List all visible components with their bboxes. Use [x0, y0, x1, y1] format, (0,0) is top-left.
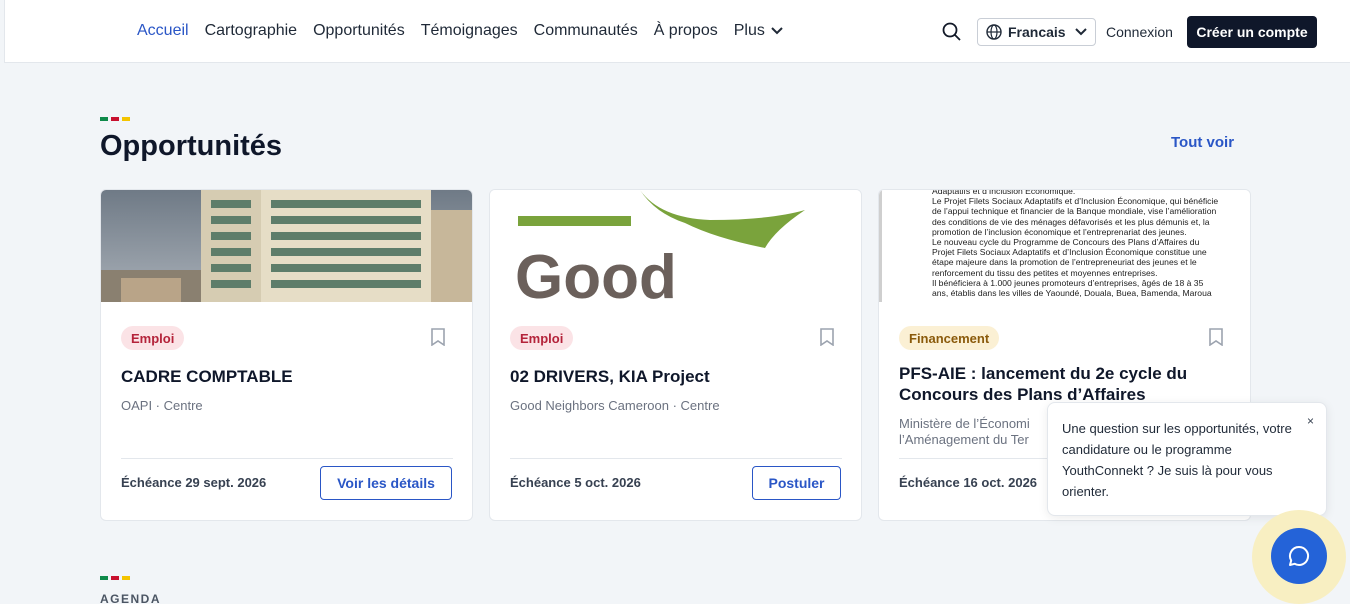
- document-text: Adaptatifs et d’Inclusion Économique. Le …: [932, 190, 1232, 298]
- nav-more-label: Plus: [733, 22, 765, 39]
- card-subtitle: OAPI · Centre: [121, 398, 203, 413]
- card-subtitle-line: Ministère de l’Économi: [899, 416, 1030, 431]
- document-line: ans, établis dans les villes de Yaoundé,…: [932, 288, 1212, 299]
- section-title: Opportunités: [100, 130, 283, 162]
- card-title[interactable]: CADRE COMPTABLE: [121, 366, 451, 387]
- nav-item-cartographie[interactable]: Cartographie: [205, 22, 298, 40]
- search-icon[interactable]: [941, 21, 963, 43]
- card-deadline: Échéance 29 sept. 2026: [121, 475, 267, 490]
- category-badge: Emploi: [121, 326, 185, 350]
- nav-item-a-propos[interactable]: À propos: [654, 22, 718, 40]
- document-line: Projet Filets Sociaux Adaptatifs et d’In…: [932, 247, 1207, 258]
- flag-accent: [100, 117, 130, 121]
- document-line: des conditions de vie des ménages défavo…: [932, 216, 1210, 227]
- chevron-down-icon: [771, 27, 783, 35]
- view-details-button[interactable]: Voir les détails: [320, 466, 452, 500]
- document-line: promotion de l’inclusion économique et l…: [932, 226, 1187, 237]
- nav-item-communautes[interactable]: Communautés: [534, 22, 638, 40]
- card-image-text: Good: [515, 243, 677, 302]
- document-line: renforcement du tissu des petites et moy…: [932, 267, 1158, 278]
- card-subtitle: Ministère de l’Économi l’Aménagement du …: [899, 416, 1030, 448]
- signup-button[interactable]: Créer un compte: [1187, 16, 1317, 48]
- card-title[interactable]: 02 DRIVERS, KIA Project: [510, 366, 840, 387]
- card-divider: [121, 458, 453, 459]
- language-label: Francais: [1008, 24, 1066, 40]
- category-badge: Emploi: [510, 326, 574, 350]
- card-title[interactable]: PFS-AIE : lancement du 2e cycle du Conco…: [899, 363, 1229, 405]
- apply-button[interactable]: Postuler: [752, 466, 841, 500]
- opportunity-card[interactable]: Emploi CADRE COMPTABLE OAPI · Centre Éch…: [100, 189, 473, 521]
- globe-icon: [986, 24, 1002, 40]
- card-subtitle-line: l’Aménagement du Ter: [899, 432, 1029, 447]
- chat-button[interactable]: [1271, 528, 1327, 584]
- category-badge: Financement: [899, 326, 1000, 350]
- language-selector[interactable]: Francais: [977, 18, 1096, 46]
- card-deadline: Échéance 16 oct. 2026: [899, 475, 1038, 490]
- chevron-down-icon: [1075, 28, 1087, 36]
- main-nav: Accueil Cartographie Opportunités Témoig…: [137, 22, 783, 40]
- chat-bubble-icon: [1289, 545, 1310, 566]
- nav-more-menu[interactable]: Plus: [734, 22, 783, 40]
- card-subtitle: Good Neighbors Cameroon · Centre: [510, 398, 720, 413]
- top-navigation-bar: Accueil Cartographie Opportunités Témoig…: [4, 0, 1350, 63]
- card-divider: [510, 458, 842, 459]
- bookmark-icon[interactable]: [1209, 328, 1223, 346]
- login-link[interactable]: Connexion: [1106, 24, 1173, 40]
- bookmark-icon[interactable]: [431, 328, 445, 346]
- nav-item-temoignages[interactable]: Témoignages: [421, 22, 518, 40]
- close-icon[interactable]: ×: [1307, 411, 1314, 432]
- card-deadline: Échéance 5 oct. 2026: [510, 475, 641, 490]
- document-line: Le nouveau cycle du Programme de Concour…: [932, 237, 1200, 248]
- chat-prompt-popup: × Une question sur les opportunités, vot…: [1047, 402, 1327, 516]
- bookmark-icon[interactable]: [820, 328, 834, 346]
- document-line: de l’appui technique et financier de la …: [932, 206, 1217, 217]
- nav-item-accueil[interactable]: Accueil: [137, 22, 189, 40]
- card-image: Adaptatifs et d’Inclusion Économique. Le …: [879, 190, 1250, 302]
- document-line: Il bénéficiera à 1.000 jeunes promoteurs…: [932, 277, 1204, 288]
- document-line: étape majeure dans la promotion de l’ent…: [932, 257, 1197, 268]
- agenda-section-label: AGENDA: [100, 592, 162, 604]
- document-line: Le Projet Filets Sociaux Adaptatifs et d…: [932, 196, 1219, 207]
- chat-prompt-message: Une question sur les opportunités, votre…: [1062, 421, 1292, 499]
- card-image: Good: [490, 190, 861, 302]
- flag-accent: [100, 576, 130, 580]
- card-image: [101, 190, 472, 302]
- opportunity-card[interactable]: Good Emploi 02 DRIVERS, KIA Project Good…: [489, 189, 862, 521]
- see-all-link[interactable]: Tout voir: [1171, 134, 1234, 151]
- nav-item-opportunites[interactable]: Opportunités: [313, 22, 405, 40]
